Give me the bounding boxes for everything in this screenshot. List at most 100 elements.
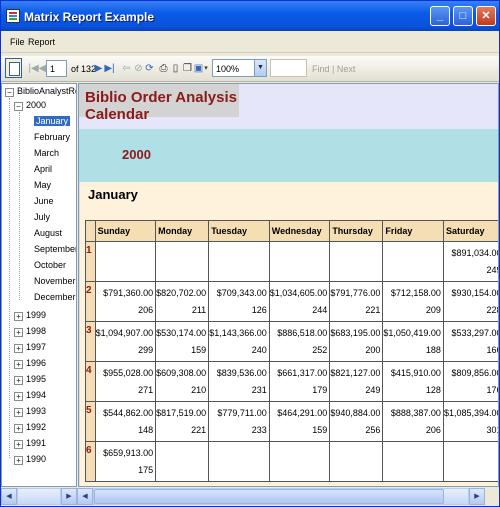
export-dropdown-icon[interactable]: ▾ — [202, 61, 210, 76]
report-viewer[interactable]: Biblio Order Analysis Calendar 2000 Janu… — [78, 83, 499, 487]
day-cell: $1,034,605.00 244 — [268, 281, 331, 322]
report-scroll-right-icon[interactable]: ▶ — [469, 488, 485, 505]
order-amount: $683,195.00 — [330, 328, 381, 338]
day-cell: $415,910.00 128 — [382, 361, 444, 402]
expand-collapse-icon[interactable]: + — [14, 312, 23, 321]
menu-bar: File Report — [1, 31, 499, 53]
order-count: 126 — [251, 305, 267, 315]
expand-collapse-icon[interactable]: + — [14, 360, 23, 369]
week-number: 3 — [85, 321, 96, 362]
day-header-saturday: Saturday — [442, 220, 498, 242]
maximize-button[interactable]: □ — [453, 6, 473, 26]
tree-year-2000[interactable]: 2000 — [26, 100, 46, 110]
expand-collapse-icon[interactable]: + — [14, 408, 23, 417]
order-amount: $820,702.00 — [156, 288, 207, 298]
tree-scroll-left-icon[interactable]: ◀ — [1, 488, 17, 505]
order-count: 299 — [138, 345, 154, 355]
tree-year-1998[interactable]: 1998 — [26, 326, 46, 336]
calendar-table: Sunday Monday Tuesday Wednesday Thursday Frid… — [85, 220, 499, 482]
order-count: 179 — [312, 385, 328, 395]
order-count: 244 — [312, 305, 328, 315]
expand-collapse-icon[interactable]: + — [14, 328, 23, 337]
report-toolbar: |◀ ◀ of 132 ▶ ▶| ⇦ ⊘ ⟳ ⎙ ▯ ❐ ▣ ▾ 100% ▼ … — [1, 56, 499, 82]
tree-year-1993[interactable]: 1993 — [26, 406, 46, 416]
tree-month-march[interactable]: March — [34, 148, 59, 158]
day-cell — [155, 241, 210, 282]
tree-scroll-track[interactable] — [17, 488, 61, 505]
order-count: 209 — [425, 305, 441, 315]
app-icon — [6, 9, 20, 23]
day-cell — [382, 441, 444, 482]
expand-collapse-icon[interactable]: + — [14, 456, 23, 465]
refresh-icon[interactable]: ⟳ — [143, 61, 156, 76]
day-header-tuesday: Tuesday — [208, 220, 270, 242]
day-cell — [208, 241, 270, 282]
tree-month-april[interactable]: April — [34, 164, 52, 174]
expand-collapse-icon[interactable]: + — [14, 344, 23, 353]
order-count: 159 — [191, 345, 207, 355]
report-scroll-thumb[interactable] — [94, 489, 444, 504]
expand-collapse-icon[interactable]: − — [14, 102, 23, 111]
report-scroll-left-icon[interactable]: ◀ — [77, 488, 93, 505]
toggle-document-map-button[interactable] — [5, 58, 22, 78]
tree-year-1996[interactable]: 1996 — [26, 358, 46, 368]
tree-year-1997[interactable]: 1997 — [26, 342, 46, 352]
week-row: 1 $891,034.00 249 — [85, 241, 498, 282]
tree-year-1999[interactable]: 1999 — [26, 310, 46, 320]
expand-collapse-icon[interactable]: + — [14, 376, 23, 385]
find-input[interactable] — [270, 59, 307, 77]
week-row: 2 $791,360.00 206 $820,702.00 211 $709,343.00… — [85, 281, 498, 322]
tree-scroll-right-icon[interactable]: ▶ — [61, 488, 77, 505]
order-amount: $791,776.00 — [330, 288, 381, 298]
tree-month-june[interactable]: June — [34, 196, 54, 206]
order-amount: $809,856.00 — [451, 368, 499, 378]
day-cell — [382, 241, 444, 282]
order-count: 148 — [138, 425, 154, 435]
last-page-icon[interactable]: ▶| — [103, 61, 116, 76]
day-cell: $464,291.00 159 — [268, 401, 331, 442]
find-next-link[interactable]: Find | Next — [312, 64, 355, 74]
document-map-tree[interactable]: −BiblioAnalystReportCalendar−2000January… — [1, 83, 77, 487]
tree-month-may[interactable]: May — [34, 180, 51, 190]
order-amount: $1,094,907.00 — [95, 328, 154, 338]
close-button[interactable]: ✕ — [476, 6, 496, 26]
order-count: 200 — [365, 345, 381, 355]
tree-month-september[interactable]: September — [34, 244, 76, 254]
zoom-select[interactable]: 100% ▼ — [212, 59, 267, 77]
tree-month-october[interactable]: October — [34, 260, 66, 270]
day-cell: $891,034.00 249 — [442, 241, 498, 282]
day-cell: $1,143,366.00 240 — [208, 321, 270, 362]
expand-collapse-icon[interactable]: − — [5, 88, 14, 97]
expand-collapse-icon[interactable]: + — [14, 440, 23, 449]
tree-month-august[interactable]: August — [34, 228, 62, 238]
order-amount: $955,028.00 — [103, 368, 154, 378]
order-count: 252 — [312, 345, 328, 355]
tree-month-february[interactable]: February — [34, 132, 70, 142]
chevron-down-icon[interactable]: ▼ — [254, 60, 266, 76]
menu-file[interactable]: File — [10, 37, 25, 47]
size-grip[interactable] — [486, 490, 498, 504]
expand-collapse-icon[interactable]: + — [14, 424, 23, 433]
tree-month-december[interactable]: December — [34, 292, 76, 302]
minimize-button[interactable]: _ — [430, 6, 450, 26]
tree-month-november[interactable]: November — [34, 276, 76, 286]
tree-month-july[interactable]: July — [34, 212, 50, 222]
tree-root[interactable]: BiblioAnalystReportCalendar — [17, 86, 76, 96]
day-cell — [268, 441, 331, 482]
tree-year-1990[interactable]: 1990 — [26, 454, 46, 464]
tree-year-1992[interactable]: 1992 — [26, 422, 46, 432]
menu-report[interactable]: Report — [28, 37, 55, 47]
day-cell — [268, 241, 331, 282]
tree-year-1991[interactable]: 1991 — [26, 438, 46, 448]
report-month: January — [88, 187, 138, 202]
tree-month-january[interactable]: January — [34, 116, 71, 126]
day-cell — [329, 441, 384, 482]
expand-collapse-icon[interactable]: + — [14, 392, 23, 401]
page-number-input[interactable] — [46, 60, 67, 77]
order-count: 206 — [138, 305, 154, 315]
tree-year-1995[interactable]: 1995 — [26, 374, 46, 384]
order-amount: $888,387.00 — [390, 408, 441, 418]
app-window: Matrix Report Example _ □ ✕ File Report … — [0, 0, 500, 507]
tree-year-1994[interactable]: 1994 — [26, 390, 46, 400]
title-bar[interactable]: Matrix Report Example _ □ ✕ — [1, 1, 499, 31]
